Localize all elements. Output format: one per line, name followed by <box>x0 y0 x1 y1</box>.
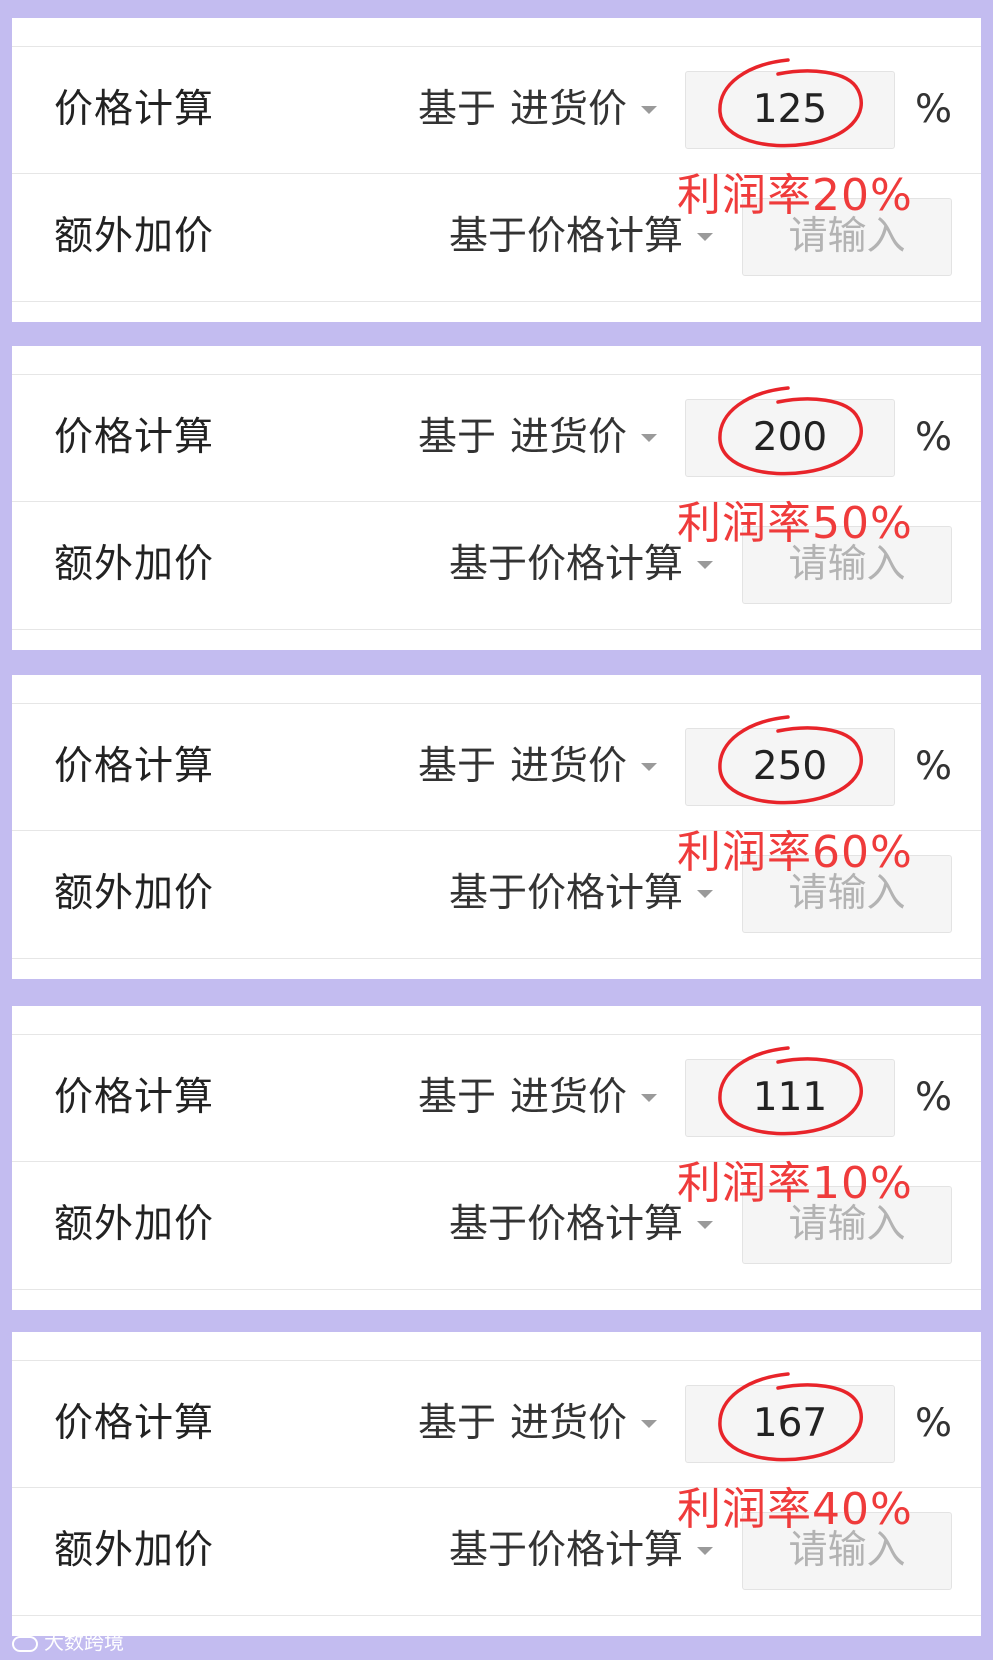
percent-input[interactable]: 111 <box>685 1059 895 1137</box>
basis-prefix: 基于 <box>418 1075 497 1120</box>
extra-markup-label: 额外加价 <box>54 542 215 587</box>
price-calc-row: 价格计算 基于 进货价 111 % <box>12 1035 981 1161</box>
basis-dropdown[interactable]: 基于 进货价 <box>418 704 658 830</box>
price-calc-row: 价格计算 基于 进货价 125 % <box>12 47 981 173</box>
basis-prefix: 基于 <box>418 87 497 132</box>
caret-down-icon <box>697 1220 714 1229</box>
basis-value: 进货价 <box>510 1075 628 1120</box>
caret-down-icon <box>697 560 714 569</box>
percent-input[interactable]: 250 <box>685 728 895 806</box>
extra-basis-value: 基于价格计算 <box>449 214 684 259</box>
extra-basis-value: 基于价格计算 <box>449 542 684 587</box>
caret-down-icon <box>697 889 714 898</box>
pricing-panel: 价格计算 基于 进货价 167 % 额外加价 基于价格计算 请输入 利润率40% <box>12 1332 981 1636</box>
profit-rate-annotation: 利润率60% <box>677 827 913 878</box>
caret-down-icon <box>641 433 658 442</box>
divider <box>12 958 981 959</box>
watermark: 大数跨境 <box>12 1626 124 1655</box>
percent-unit: % <box>915 744 953 789</box>
caret-down-icon <box>641 762 658 771</box>
percent-input[interactable]: 200 <box>685 399 895 477</box>
price-calc-row: 价格计算 基于 进货价 200 % <box>12 375 981 501</box>
extra-basis-dropdown[interactable]: 基于价格计算 <box>449 831 714 957</box>
extra-basis-dropdown[interactable]: 基于价格计算 <box>449 502 714 628</box>
extra-basis-value: 基于价格计算 <box>449 1202 684 1247</box>
basis-value: 进货价 <box>510 744 628 789</box>
percent-input[interactable]: 125 <box>685 71 895 149</box>
profit-rate-annotation: 利润率10% <box>677 1158 913 1209</box>
profit-rate-annotation: 利润率40% <box>677 1484 913 1535</box>
pricing-panel: 价格计算 基于 进货价 125 % 额外加价 基于价格计算 请输入 利润率20% <box>12 18 981 322</box>
extra-basis-value: 基于价格计算 <box>449 1528 684 1573</box>
extra-basis-value: 基于价格计算 <box>449 871 684 916</box>
caret-down-icon <box>641 105 658 114</box>
divider <box>12 1289 981 1290</box>
basis-prefix: 基于 <box>418 744 497 789</box>
profit-rate-annotation: 利润率50% <box>677 498 913 549</box>
extra-basis-dropdown[interactable]: 基于价格计算 <box>449 1488 714 1614</box>
extra-basis-dropdown[interactable]: 基于价格计算 <box>449 174 714 300</box>
extra-markup-label: 额外加价 <box>54 871 215 916</box>
extra-markup-label: 额外加价 <box>54 214 215 259</box>
basis-dropdown[interactable]: 基于 进货价 <box>418 47 658 173</box>
percent-input[interactable]: 167 <box>685 1385 895 1463</box>
extra-markup-label: 额外加价 <box>54 1528 215 1573</box>
basis-value: 进货价 <box>510 1401 628 1446</box>
price-calc-label: 价格计算 <box>54 415 215 460</box>
price-calc-row: 价格计算 基于 进货价 250 % <box>12 704 981 830</box>
basis-prefix: 基于 <box>418 1401 497 1446</box>
percent-unit: % <box>915 1075 953 1120</box>
watermark-text: 大数跨境 <box>44 1630 124 1654</box>
divider <box>12 1615 981 1616</box>
divider <box>12 301 981 302</box>
basis-dropdown[interactable]: 基于 进货价 <box>418 1035 658 1161</box>
basis-value: 进货价 <box>510 415 628 460</box>
basis-dropdown[interactable]: 基于 进货价 <box>418 375 658 501</box>
caret-down-icon <box>697 232 714 241</box>
percent-unit: % <box>915 415 953 460</box>
price-calc-label: 价格计算 <box>54 1075 215 1120</box>
pricing-panel: 价格计算 基于 进货价 111 % 额外加价 基于价格计算 请输入 利润率10% <box>12 1006 981 1310</box>
caret-down-icon <box>697 1546 714 1555</box>
basis-prefix: 基于 <box>418 415 497 460</box>
caret-down-icon <box>641 1093 658 1102</box>
basis-dropdown[interactable]: 基于 进货价 <box>418 1361 658 1487</box>
price-calc-row: 价格计算 基于 进货价 167 % <box>12 1361 981 1487</box>
pricing-panel: 价格计算 基于 进货价 200 % 额外加价 基于价格计算 请输入 利润率50% <box>12 346 981 650</box>
price-calc-label: 价格计算 <box>54 1401 215 1446</box>
divider <box>12 629 981 630</box>
price-calc-label: 价格计算 <box>54 744 215 789</box>
extra-markup-label: 额外加价 <box>54 1202 215 1247</box>
price-calc-label: 价格计算 <box>54 87 215 132</box>
profit-rate-annotation: 利润率20% <box>677 170 913 221</box>
pricing-panel: 价格计算 基于 进货价 250 % 额外加价 基于价格计算 请输入 利润率60% <box>12 675 981 979</box>
weibo-logo-icon <box>12 1635 38 1652</box>
basis-value: 进货价 <box>510 87 628 132</box>
extra-basis-dropdown[interactable]: 基于价格计算 <box>449 1162 714 1288</box>
percent-unit: % <box>915 87 953 132</box>
caret-down-icon <box>641 1419 658 1428</box>
percent-unit: % <box>915 1401 953 1446</box>
